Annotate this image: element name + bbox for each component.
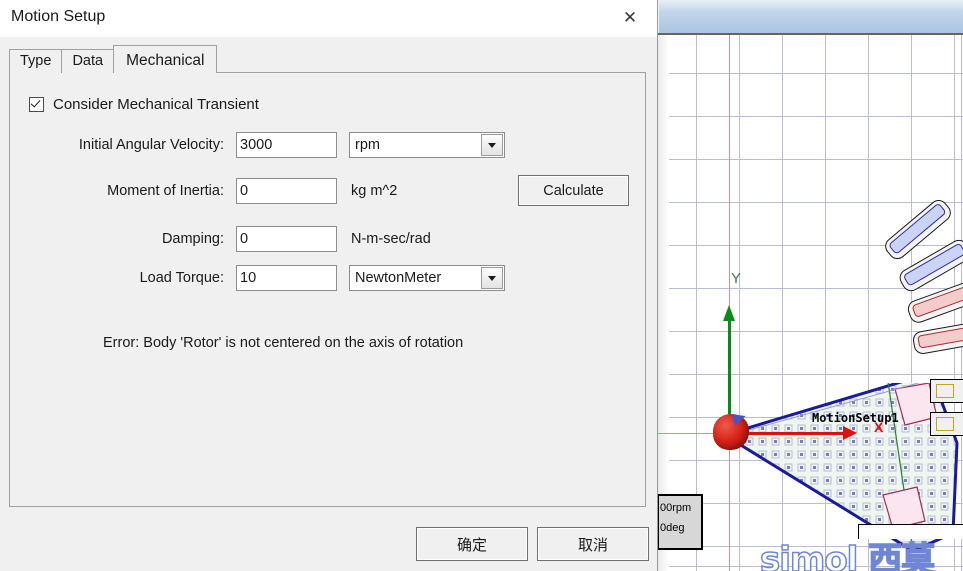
field-row-damping: Damping: N-m-sec/rad xyxy=(29,224,431,254)
close-icon[interactable]: ✕ xyxy=(610,4,650,32)
label-initial-angular-velocity: Initial Angular Velocity: xyxy=(78,137,224,153)
tab-mechanical[interactable]: Mechanical xyxy=(113,45,218,73)
motion-setup-annotation: MotionSetup1 xyxy=(812,411,899,425)
x-axis-shaft xyxy=(735,432,847,435)
callout-tag-icon xyxy=(936,417,954,431)
ok-button[interactable]: 确定 xyxy=(416,527,528,561)
field-row-moment-of-inertia: Moment of Inertia: kg m^2 xyxy=(29,176,397,206)
combo-initial-angular-velocity-unit[interactable]: rpm xyxy=(349,132,505,158)
chevron-down-icon[interactable] xyxy=(481,134,503,156)
label-load-torque: Load Torque: xyxy=(139,270,224,286)
input-moment-of-inertia[interactable] xyxy=(236,178,337,204)
label-moment-of-inertia: Moment of Inertia: xyxy=(107,183,224,199)
dialog-tabstrip[interactable]: Type Data Mechanical xyxy=(9,45,218,73)
watermark-logo: simol 西莫 xyxy=(759,539,936,571)
background-window-titlebar xyxy=(655,0,963,35)
tab-data[interactable]: Data xyxy=(61,49,115,73)
stator-callout-box xyxy=(930,412,963,436)
consider-mechanical-transient-label: Consider Mechanical Transient xyxy=(53,96,259,113)
motion-setup-dialog: Motion Setup ✕ Type Data Mechanical Cons… xyxy=(0,0,658,571)
calculate-button[interactable]: Calculate xyxy=(518,175,629,206)
label-damping: Damping: xyxy=(161,231,224,247)
unit-moment-of-inertia: kg m^2 xyxy=(351,183,398,199)
consider-mechanical-transient-checkbox[interactable] xyxy=(29,97,44,112)
error-message: Error: Body 'Rotor' is not centered on t… xyxy=(103,335,464,351)
combo-load-torque-value: NewtonMeter xyxy=(355,270,442,286)
callout-tag-icon xyxy=(936,384,954,398)
tab-type[interactable]: Type xyxy=(9,49,63,73)
dialog-titlebar[interactable]: Motion Setup ✕ xyxy=(0,0,657,37)
input-initial-angular-velocity[interactable] xyxy=(236,132,337,158)
input-load-torque[interactable] xyxy=(236,265,337,291)
chevron-down-icon[interactable] xyxy=(481,267,503,289)
unit-damping: N-m-sec/rad xyxy=(351,231,431,247)
motion-value-tooltip: 00rpm 0deg xyxy=(657,494,703,550)
field-row-initial-angular-velocity: Initial Angular Velocity: rpm xyxy=(29,130,505,160)
y-axis-label: Y xyxy=(731,270,742,287)
combo-load-torque-unit[interactable]: NewtonMeter xyxy=(349,265,505,291)
dialog-title: Motion Setup xyxy=(11,8,106,25)
stator-callout-box xyxy=(930,379,963,403)
combo-initial-angular-velocity-value: rpm xyxy=(355,137,380,153)
x-axis-arrow-icon xyxy=(843,426,857,440)
y-axis-arrow-icon xyxy=(723,305,735,321)
tooltip-angle: 0deg xyxy=(660,522,685,534)
field-row-load-torque: Load Torque: NewtonMeter xyxy=(29,263,505,293)
input-damping[interactable] xyxy=(236,226,337,252)
consider-mechanical-transient-row[interactable]: Consider Mechanical Transient xyxy=(29,96,259,113)
tooltip-speed: 00rpm xyxy=(660,502,692,514)
cancel-button[interactable]: 取消 xyxy=(537,527,649,561)
